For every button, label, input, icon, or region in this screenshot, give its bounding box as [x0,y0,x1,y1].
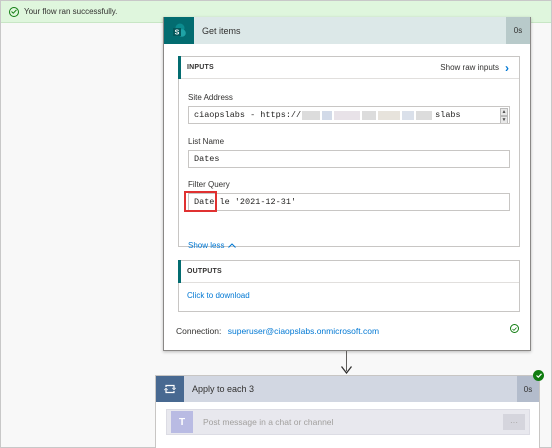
success-check-icon [533,370,544,381]
redacted-block [362,110,377,120]
arrow-down-icon [341,366,352,374]
connection-label: Connection: [176,326,222,336]
filter-query-field[interactable]: Date le '2021-12-31' [188,193,510,211]
show-less-label: Show less [188,240,225,250]
show-less-link[interactable]: Show less [188,240,237,250]
inputs-accent-bar [178,56,181,79]
post-message-action[interactable]: T Post message in a chat or channel ··· [166,409,530,435]
highlight-box [184,191,217,212]
apply-to-each-title: Apply to each 3 [192,384,255,394]
site-address-value-end: slabs [435,110,461,120]
get-items-card: S Get items 0s INPUTS Show raw inputs › … [163,17,531,351]
show-raw-inputs-link[interactable]: Show raw inputs › [440,60,509,75]
outputs-panel: OUTPUTS Click to download [178,260,520,312]
connection-status-icon [510,324,519,333]
list-name-value: Dates [194,154,220,164]
svg-text:S: S [175,29,180,36]
checkmark-circle-icon [9,6,19,17]
get-items-duration: 0s [506,17,530,44]
teams-icon: T [171,411,193,433]
post-message-title: Post message in a chat or channel [203,417,334,427]
get-items-header[interactable]: S Get items 0s [164,17,530,44]
redacted-block [322,110,333,120]
click-to-download-link[interactable]: Click to download [187,291,250,300]
list-name-field[interactable]: Dates [188,150,510,168]
more-options-button[interactable]: ··· [503,414,525,430]
show-raw-inputs-label: Show raw inputs [440,63,499,72]
get-items-title: Get items [202,25,241,36]
sharepoint-icon: S [164,17,194,44]
inputs-label: INPUTS [187,64,214,71]
connection-account-link[interactable]: superuser@ciaopslabs.onmicrosoft.com [228,326,379,336]
apply-to-each-card: Apply to each 3 0s T Post message in a c… [155,375,540,448]
chevron-right-icon: › [505,60,509,75]
redacted-block [334,110,361,120]
filter-query-expression: le '2021-12-31' [214,197,297,207]
scroll-down-icon[interactable]: ▼ [500,116,508,123]
redacted-block [302,110,321,120]
list-name-label: List Name [188,137,225,146]
loop-icon [156,376,184,402]
site-address-label: Site Address [188,93,233,102]
site-address-value-start: ciaopslabs - https:// [194,110,302,120]
redacted-block [416,110,433,120]
site-address-field[interactable]: ciaopslabs - https:// slabs ▲ ▼ [188,106,510,124]
outputs-header: OUTPUTS [178,260,519,283]
outputs-label: OUTPUTS [187,268,222,275]
apply-to-each-header[interactable]: Apply to each 3 0s [156,376,539,402]
redacted-block [402,110,415,120]
field-scrollbar[interactable]: ▲ ▼ [500,108,508,123]
connection-row: Connection: superuser@ciaopslabs.onmicro… [176,326,379,336]
filter-query-label: Filter Query [188,180,230,189]
inputs-header: INPUTS Show raw inputs › [178,56,519,79]
outputs-accent-bar [178,260,181,283]
redacted-block [378,110,401,120]
chevron-up-icon [228,240,237,250]
banner-message: Your flow ran successfully. [24,7,118,16]
scroll-up-icon[interactable]: ▲ [500,108,508,116]
